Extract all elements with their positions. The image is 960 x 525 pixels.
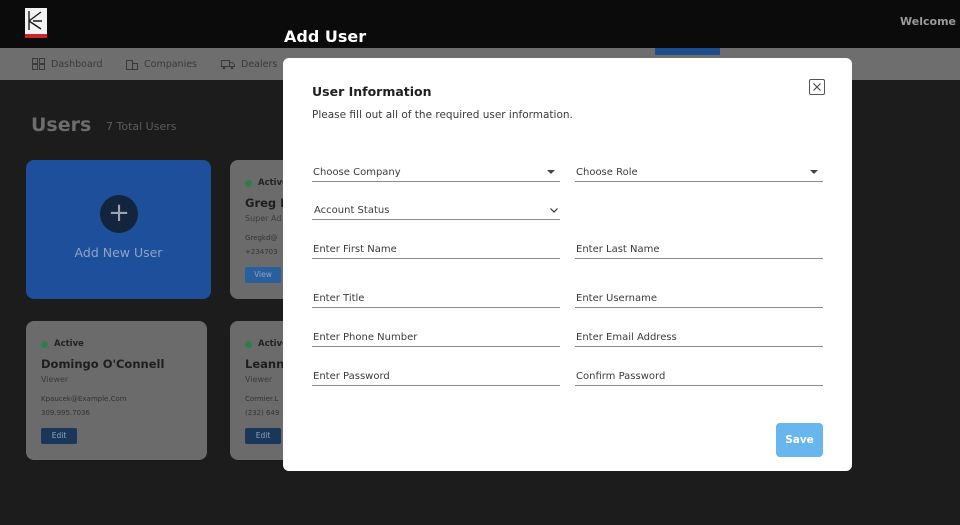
nav-label-companies: Companies <box>144 58 198 70</box>
user-email: Gregkd@ <box>245 234 278 242</box>
close-icon <box>813 83 821 91</box>
role-select-value: Choose Role <box>576 167 638 178</box>
welcome-text: Welcome <box>900 15 956 28</box>
status-badge: Active <box>41 339 84 349</box>
nav-active-indicator <box>655 48 720 55</box>
top-header: Welcome <box>0 0 960 48</box>
modal-heading: Add User <box>284 27 367 46</box>
confirm-password-input[interactable]: Confirm Password <box>575 364 823 386</box>
user-email: Cormier.L <box>245 395 279 403</box>
username-placeholder: Enter Username <box>576 293 657 304</box>
modal-subtitle: Please fill out all of the required user… <box>312 109 573 121</box>
user-phone: +234703 <box>245 248 278 256</box>
companies-icon <box>126 60 138 70</box>
user-name: Domingo O'Connell <box>41 357 165 371</box>
nav-item-companies[interactable]: Companies <box>126 48 197 80</box>
first-name-input[interactable]: Enter First Name <box>312 237 560 259</box>
logo[interactable] <box>25 8 47 38</box>
save-button[interactable]: Save <box>776 423 823 457</box>
nav-item-dealers[interactable]: Dealers <box>221 48 277 80</box>
user-phone: (232) 649 <box>245 409 280 417</box>
user-count: 7 Total Users <box>106 120 177 133</box>
company-select-value: Choose Company <box>313 167 401 178</box>
phone-input[interactable]: Enter Phone Number <box>312 325 560 347</box>
status-label: Active <box>54 339 84 349</box>
dashboard-icon <box>32 58 45 70</box>
nav-label-dashboard: Dashboard <box>51 58 103 70</box>
dealers-icon <box>221 59 235 69</box>
confirm-password-placeholder: Confirm Password <box>576 371 666 382</box>
email-input[interactable]: Enter Email Address <box>575 325 823 347</box>
role-select[interactable]: Choose Role <box>575 160 823 182</box>
status-badge: Active <box>245 339 288 349</box>
edit-button[interactable]: Edit <box>245 428 281 444</box>
user-card: Active Domingo O'Connell Viewer Kpaucek@… <box>26 321 207 460</box>
username-input[interactable]: Enter Username <box>575 286 823 308</box>
chevron-down-icon <box>550 208 558 213</box>
title-placeholder: Enter Title <box>313 293 365 304</box>
user-name: Leann <box>245 357 285 371</box>
plus-icon: + <box>100 195 138 233</box>
user-role: Viewer <box>245 375 273 384</box>
title-input[interactable]: Enter Title <box>312 286 560 308</box>
last-name-input[interactable]: Enter Last Name <box>575 237 823 259</box>
close-button[interactable] <box>809 79 825 95</box>
company-select[interactable]: Choose Company <box>312 160 560 182</box>
status-dot <box>41 340 48 348</box>
user-role: Viewer <box>41 375 69 384</box>
caret-down-icon <box>547 170 555 174</box>
modal-title: User Information <box>312 84 432 99</box>
page-title: Users <box>31 114 92 136</box>
account-status-value: Account Status <box>314 205 390 216</box>
user-phone: 309.995.7036 <box>41 409 90 417</box>
first-name-placeholder: Enter First Name <box>313 244 397 255</box>
add-new-user-card[interactable]: + Add New User <box>26 160 211 299</box>
password-input[interactable]: Enter Password <box>312 364 560 386</box>
add-user-modal: User Information Please fill out all of … <box>283 58 852 471</box>
nav-label-dealers: Dealers <box>241 58 278 70</box>
nav-item-dashboard[interactable]: Dashboard <box>32 48 103 80</box>
phone-placeholder: Enter Phone Number <box>313 332 418 343</box>
view-button[interactable]: View <box>245 267 281 283</box>
user-email: Kpaucek@Example.Com <box>41 395 127 403</box>
caret-down-icon <box>810 170 818 174</box>
password-placeholder: Enter Password <box>313 371 390 382</box>
status-dot <box>245 340 252 348</box>
account-status-select[interactable]: Account Status <box>312 198 560 220</box>
add-new-user-label: Add New User <box>74 245 163 260</box>
user-role: Super Ad <box>245 214 282 223</box>
status-badge: Active <box>245 178 288 188</box>
edit-button[interactable]: Edit <box>41 428 77 444</box>
status-dot <box>245 179 252 187</box>
email-placeholder: Enter Email Address <box>576 332 677 343</box>
last-name-placeholder: Enter Last Name <box>576 244 660 255</box>
